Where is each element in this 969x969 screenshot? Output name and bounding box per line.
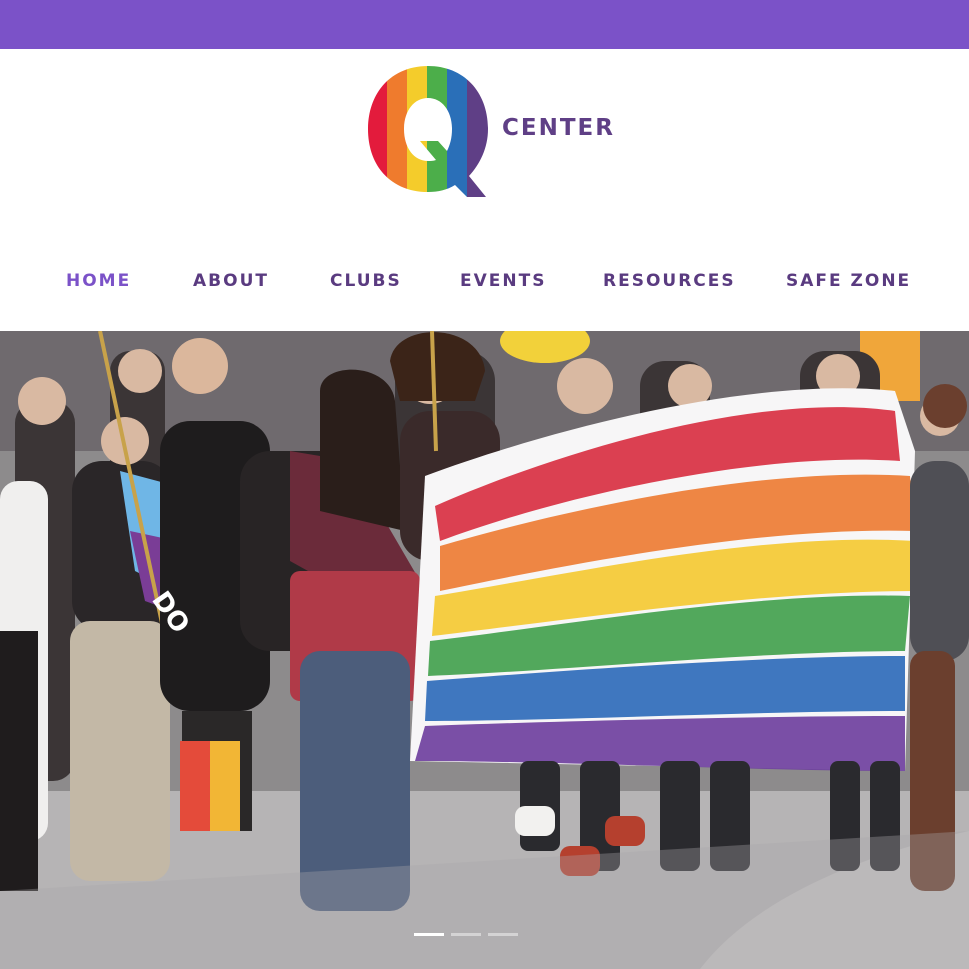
slider-dot-3[interactable] [488,933,518,936]
top-accent-bar [0,0,969,49]
nav-item-resources[interactable]: RESOURCES [603,271,736,291]
nav-item-safe-zone[interactable]: SAFE ZONE [786,271,911,291]
nav-item-clubs[interactable]: CLUBS [330,271,402,291]
slider-dot-2[interactable] [451,933,481,936]
main-navigation: HOME ABOUT CLUBS EVENTS RESOURCES SAFE Z… [0,271,969,301]
nav-item-about[interactable]: ABOUT [193,271,269,291]
logo-wordmark: CENTER [502,115,615,141]
slider-pagination [414,933,524,939]
nav-item-home[interactable]: HOME [66,271,131,291]
nav-item-events[interactable]: EVENTS [460,271,546,291]
hero-slider: photo-pride-march-with-handprint-rainbow… [0,331,969,969]
site-header: CENTER HOME ABOUT CLUBS EVENTS RESOURCES… [0,49,969,331]
hero-photo [0,331,969,969]
slider-dot-1[interactable] [414,933,444,936]
